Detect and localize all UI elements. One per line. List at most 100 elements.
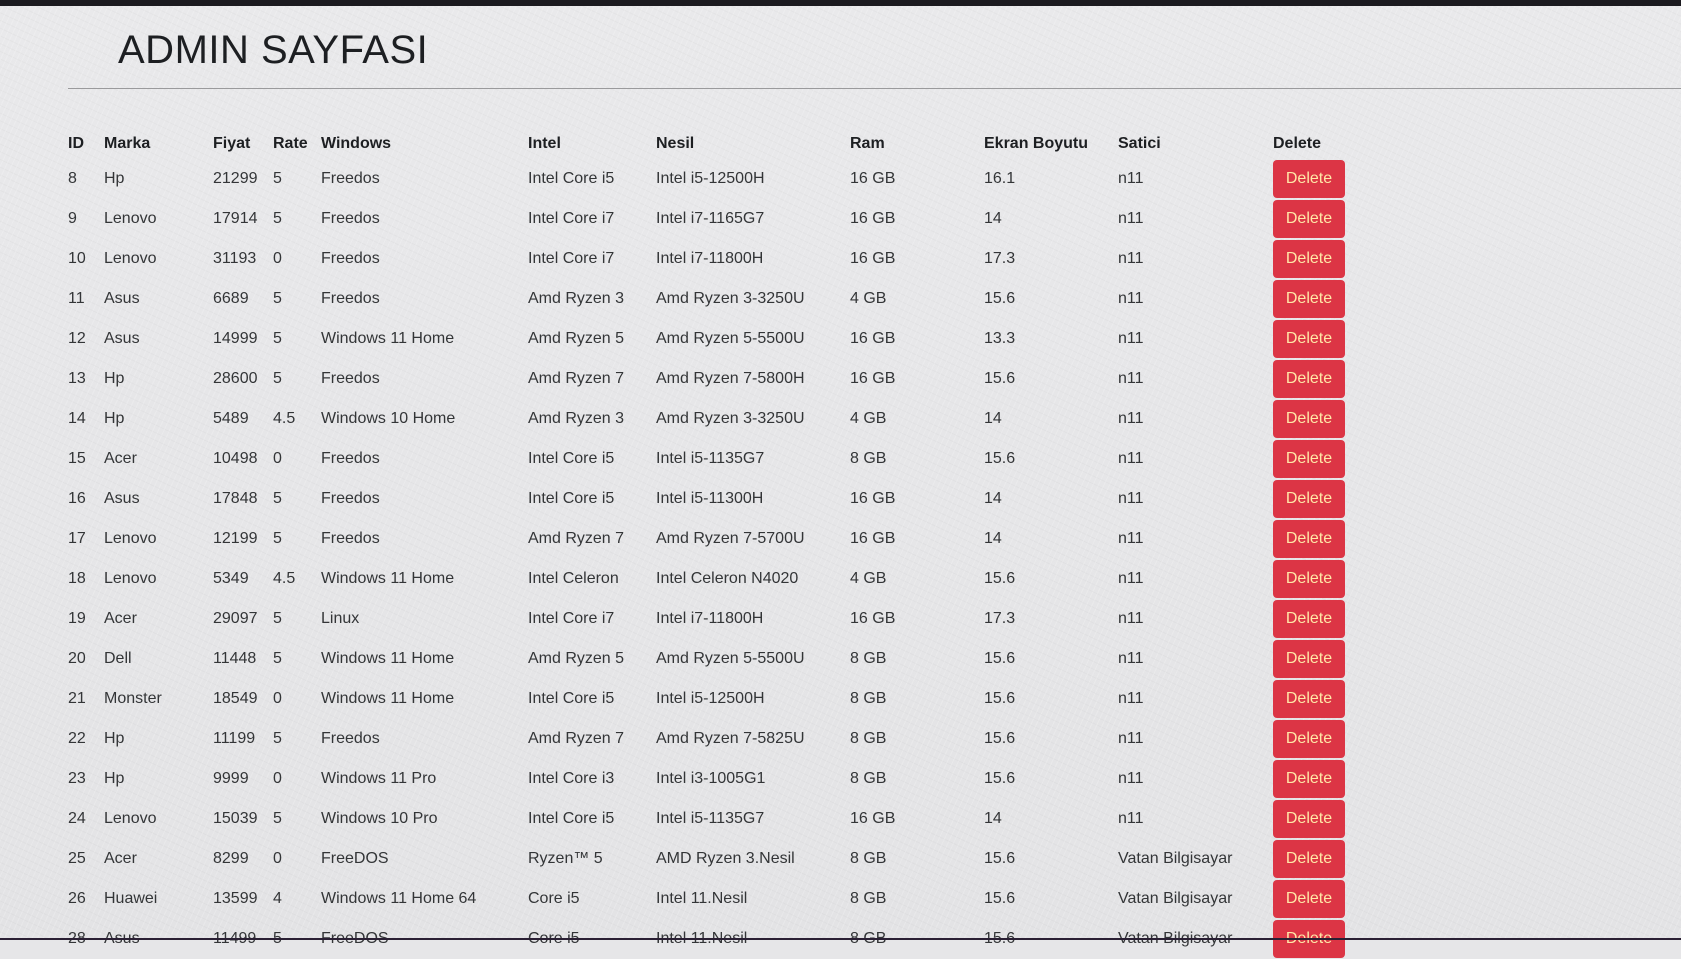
cell-ram: 8 GB <box>850 890 887 907</box>
delete-button[interactable]: Delete <box>1273 840 1345 878</box>
cell-windows: Freedos <box>321 170 380 187</box>
table-row: 10 Lenovo 31193 0 Freedos Intel Core i7 Intel … <box>60 239 1353 279</box>
cell-id: 24 <box>68 810 86 827</box>
cell-windows: Windows 11 Home 64 <box>321 890 477 907</box>
cell-marka: Dell <box>104 650 132 667</box>
cell-id: 26 <box>68 890 86 907</box>
table-row: 12 Asus 14999 5 Windows 11 Home Amd Ryzen 5 Am… <box>60 319 1353 359</box>
table-row: 20 Dell 11448 5 Windows 11 Home Amd Ryzen 5 Am… <box>60 639 1353 679</box>
table-row: 8 Hp 21299 5 Freedos Intel Core i5 Intel i5-12… <box>60 159 1353 199</box>
delete-button[interactable]: Delete <box>1273 440 1345 478</box>
cell-id: 13 <box>68 370 86 387</box>
delete-button[interactable]: Delete <box>1273 560 1345 598</box>
header-satici: Satici <box>1118 135 1161 152</box>
cell-id: 16 <box>68 490 86 507</box>
cell-windows: Windows 11 Home <box>321 570 455 587</box>
cell-ram: 16 GB <box>850 370 896 387</box>
cell-ram: 16 GB <box>850 170 896 187</box>
cell-ekran-boyutu: 17.3 <box>984 610 1016 627</box>
cell-windows: Freedos <box>321 450 380 467</box>
cell-id: 25 <box>68 850 86 867</box>
cell-marka: Hp <box>104 370 125 387</box>
cell-fiyat: 15039 <box>213 810 258 827</box>
header-rate: Rate <box>273 135 308 152</box>
cell-fiyat: 5349 <box>213 570 249 587</box>
cell-marka: Lenovo <box>104 530 157 547</box>
cell-ekran-boyutu: 15.6 <box>984 450 1016 467</box>
cell-id: 20 <box>68 650 86 667</box>
header-fiyat: Fiyat <box>213 135 251 152</box>
delete-button[interactable]: Delete <box>1273 640 1345 678</box>
cell-id: 11 <box>68 290 85 307</box>
cell-intel: Intel Celeron <box>528 570 619 587</box>
delete-button[interactable]: Delete <box>1273 240 1345 278</box>
cell-id: 23 <box>68 770 86 787</box>
cell-satici: n11 <box>1118 530 1144 547</box>
cell-ekran-boyutu: 15.6 <box>984 850 1016 867</box>
delete-button[interactable]: Delete <box>1273 160 1345 198</box>
cell-id: 22 <box>68 730 86 747</box>
cell-rate: 0 <box>273 450 282 467</box>
cell-windows: Freedos <box>321 530 380 547</box>
cell-satici: n11 <box>1118 330 1144 347</box>
table-row: 11 Asus 6689 5 Freedos Amd Ryzen 3 Amd Ryzen 3… <box>60 279 1353 319</box>
cell-satici: n11 <box>1118 170 1144 187</box>
delete-button[interactable]: Delete <box>1273 760 1345 798</box>
cell-satici: n11 <box>1118 250 1144 267</box>
cell-fiyat: 18549 <box>213 690 258 707</box>
cell-marka: Monster <box>104 690 162 707</box>
delete-button[interactable]: Delete <box>1273 520 1345 558</box>
delete-button[interactable]: Delete <box>1273 720 1345 758</box>
delete-button[interactable]: Delete <box>1273 680 1345 718</box>
delete-button[interactable]: Delete <box>1273 400 1345 438</box>
delete-button[interactable]: Delete <box>1273 360 1345 398</box>
cell-rate: 5 <box>273 370 282 387</box>
delete-button[interactable]: Delete <box>1273 600 1345 638</box>
table-row: 22 Hp 11199 5 Freedos Amd Ryzen 7 Amd Ryzen 7-… <box>60 719 1353 759</box>
cell-ekran-boyutu: 14 <box>984 530 1002 547</box>
delete-button[interactable]: Delete <box>1273 880 1345 918</box>
table-row: 13 Hp 28600 5 Freedos Amd Ryzen 7 Amd Ryzen 7-… <box>60 359 1353 399</box>
delete-button[interactable]: Delete <box>1273 320 1345 358</box>
cell-windows: Freedos <box>321 730 380 747</box>
cell-satici: n11 <box>1118 570 1144 587</box>
cell-marka: Lenovo <box>104 210 157 227</box>
cell-marka: Lenovo <box>104 250 157 267</box>
cell-marka: Acer <box>104 850 137 867</box>
delete-button[interactable]: Delete <box>1273 280 1345 318</box>
cell-id: 14 <box>68 410 86 427</box>
cell-fiyat: 8299 <box>213 850 249 867</box>
delete-button[interactable]: Delete <box>1273 480 1345 518</box>
header-marka: Marka <box>104 135 151 152</box>
cell-rate: 5 <box>273 170 282 187</box>
cell-ram: 16 GB <box>850 530 896 547</box>
cell-nesil: Amd Ryzen 3-3250U <box>656 410 805 427</box>
cell-ram: 16 GB <box>850 610 896 627</box>
cell-delete: Delete <box>1265 639 1353 679</box>
table-row: 18 Lenovo 5349 4.5 Windows 11 Home Intel Cele… <box>60 559 1353 599</box>
cell-rate: 5 <box>273 730 282 747</box>
cell-nesil: Intel i5-12500H <box>656 690 765 707</box>
delete-button[interactable]: Delete <box>1273 200 1345 238</box>
cell-ekran-boyutu: 15.6 <box>984 370 1016 387</box>
cell-ram: 16 GB <box>850 810 896 827</box>
cell-fiyat: 21299 <box>213 170 258 187</box>
table-row: 24 Lenovo 15039 5 Windows 10 Pro Intel Core i… <box>60 799 1353 839</box>
cell-delete: Delete <box>1265 559 1353 599</box>
table-row: 25 Acer 8299 0 FreeDOS Ryzen™ 5 AMD Ryzen 3.Ne… <box>60 839 1353 879</box>
cell-ram: 8 GB <box>850 770 887 787</box>
cell-ekran-boyutu: 15.6 <box>984 890 1016 907</box>
cell-fiyat: 13599 <box>213 890 258 907</box>
window-top-bar <box>0 0 1681 6</box>
cell-fiyat: 17848 <box>213 490 258 507</box>
cell-id: 10 <box>68 250 86 267</box>
cell-windows: Freedos <box>321 490 380 507</box>
table-header: ID Marka Fiyat Rate Windows Intel Nesil … <box>60 129 1353 159</box>
cell-satici: n11 <box>1118 410 1144 427</box>
delete-button[interactable]: Delete <box>1273 800 1345 838</box>
cell-ram: 8 GB <box>850 690 887 707</box>
cell-windows: Windows 11 Home <box>321 650 455 667</box>
cell-satici: n11 <box>1118 370 1144 387</box>
cell-satici: n11 <box>1118 490 1144 507</box>
cell-id: 18 <box>68 570 86 587</box>
